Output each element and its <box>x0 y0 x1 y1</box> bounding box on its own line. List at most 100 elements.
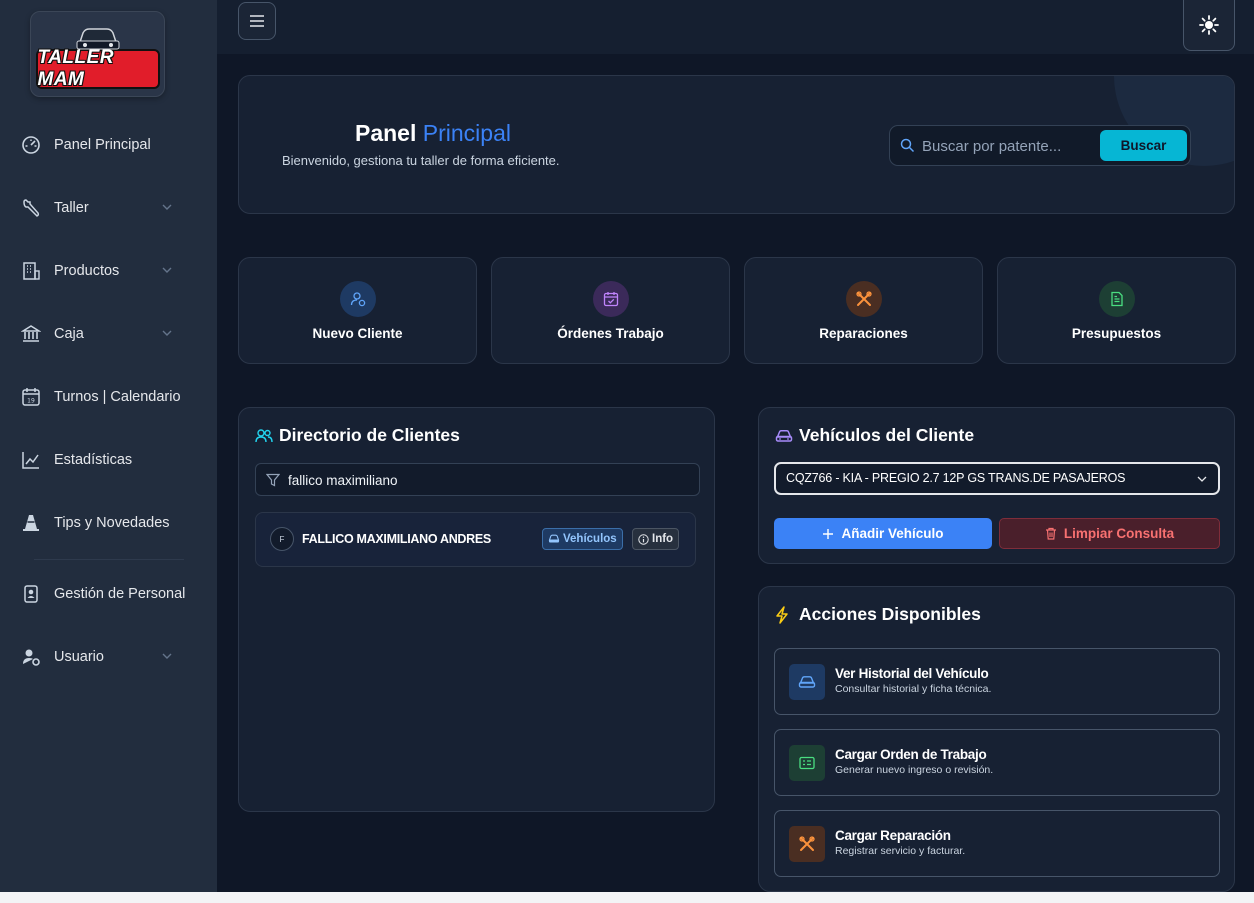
action-description: Consultar historial y ficha técnica. <box>835 683 992 695</box>
action-description: Registrar servicio y facturar. <box>835 845 966 857</box>
chart-line-icon <box>20 449 42 471</box>
dashboard-icon <box>20 134 42 156</box>
traffic-cone-icon <box>20 512 42 534</box>
add-vehicle-button[interactable]: Añadir Vehículo <box>774 518 992 549</box>
clients-panel-title-text: Directorio de Clientes <box>279 425 460 445</box>
vehicles-panel-title-text: Vehículos del Cliente <box>799 425 975 445</box>
car-logo-icon <box>76 28 119 50</box>
browser-bottom-strip <box>0 892 1254 903</box>
sidebar-item-usuario[interactable]: Usuario <box>20 645 200 669</box>
quick-action-ordenes-trabajo[interactable]: Órdenes Trabajo <box>491 257 730 364</box>
search-icon <box>900 138 915 153</box>
users-icon <box>255 427 273 445</box>
action-load-work-order[interactable]: Cargar Orden de Trabajo Generar nuevo in… <box>774 729 1220 796</box>
actions-panel-title: Acciones Disponibles <box>775 604 981 625</box>
list-item[interactable]: F FALLICO MAXIMILIANO ANDRES Vehículos I… <box>255 512 696 567</box>
action-view-vehicle-history[interactable]: Ver Historial del Vehículo Consultar his… <box>774 648 1220 715</box>
sidebar-item-label: Panel Principal <box>54 137 151 153</box>
sidebar-item-label: Usuario <box>54 649 104 665</box>
user-add-icon <box>339 281 376 317</box>
clients-panel: Directorio de Clientes F FALLICO MAXIMIL… <box>238 407 715 812</box>
dashboard-hero: Panel Principal Bienvenido, gestiona tu … <box>238 75 1235 214</box>
quick-action-nuevo-cliente[interactable]: Nuevo Cliente <box>238 257 477 364</box>
logo-graphic: TALLER MAM <box>35 19 161 90</box>
user-gear-icon <box>20 646 42 668</box>
topbar <box>217 0 1254 54</box>
sidebar-item-estadisticas[interactable]: Estadísticas <box>20 448 200 472</box>
sidebar-item-label: Turnos | Calendario <box>54 389 181 405</box>
tools-icon <box>845 281 882 317</box>
trash-icon <box>1045 527 1056 540</box>
sidebar-item-label: Caja <box>54 326 84 342</box>
logo-text: TALLER MAM <box>37 47 115 90</box>
client-filter-input[interactable] <box>288 470 688 490</box>
plus-icon <box>823 528 834 539</box>
clipboard-icon <box>789 745 825 781</box>
calendar-icon: 19 <box>20 386 42 408</box>
quick-action-presupuestos[interactable]: Presupuestos <box>997 257 1236 364</box>
vehicle-select[interactable]: CQZ766 - KIA - PREGIO 2.7 12P GS TRANS.D… <box>774 462 1220 495</box>
avatar: F <box>270 527 294 551</box>
calendar-check-icon <box>592 281 629 317</box>
theme-toggle-button[interactable] <box>1183 0 1235 51</box>
vehicles-panel-title: Vehículos del Cliente <box>775 425 974 446</box>
action-title: Cargar Reparación <box>835 828 951 843</box>
car-icon <box>775 427 793 445</box>
sidebar-item-label: Estadísticas <box>54 452 133 468</box>
svg-text:19: 19 <box>27 398 35 405</box>
quick-action-label: Órdenes Trabajo <box>557 326 664 341</box>
document-icon <box>1098 281 1135 317</box>
add-vehicle-label: Añadir Vehículo <box>841 526 944 541</box>
client-vehicles-button[interactable]: Vehículos <box>542 528 623 550</box>
building-icon <box>20 260 42 282</box>
chevron-down-icon[interactable] <box>161 264 173 276</box>
quick-action-label: Presupuestos <box>1071 326 1162 341</box>
sidebar-item-turnos-calendario[interactable]: 19 Turnos | Calendario <box>20 385 200 409</box>
brand-logo[interactable]: TALLER MAM <box>30 11 165 97</box>
clear-query-button[interactable]: Limpiar Consulta <box>999 518 1220 549</box>
clear-query-label: Limpiar Consulta <box>1063 526 1175 541</box>
sidebar-item-taller[interactable]: Taller <box>20 196 200 220</box>
hamburger-icon <box>250 15 264 27</box>
search-button[interactable]: Buscar <box>1100 130 1187 161</box>
quick-action-label: Reparaciones <box>819 326 908 341</box>
car-icon <box>548 534 560 543</box>
sidebar-item-tips-novedades[interactable]: Tips y Novedades <box>20 511 200 535</box>
sidebar-item-gestion-personal[interactable]: Gestión de Personal <box>20 582 200 606</box>
page-title-main: Panel <box>355 120 417 146</box>
sun-icon <box>1199 14 1219 35</box>
action-description: Generar nuevo ingreso o revisión. <box>835 764 994 776</box>
badge-icon <box>20 583 42 605</box>
action-load-repair[interactable]: Cargar Reparación Registrar servicio y f… <box>774 810 1220 877</box>
chevron-down-icon[interactable] <box>161 327 173 339</box>
sidebar-item-productos[interactable]: Productos <box>20 259 200 283</box>
info-icon <box>638 533 649 545</box>
wrench-icon <box>20 197 42 219</box>
client-name: FALLICO MAXIMILIANO ANDRES <box>302 532 491 546</box>
vehicles-panel: Vehículos del Cliente CQZ766 - KIA - PRE… <box>758 407 1235 564</box>
sidebar-item-panel-principal[interactable]: Panel Principal <box>20 133 200 157</box>
filter-icon <box>266 473 280 487</box>
action-title: Cargar Orden de Trabajo <box>835 747 987 762</box>
chevron-down-icon <box>1197 476 1207 482</box>
client-info-button[interactable]: Info <box>632 528 680 550</box>
page-title-accent: Principal <box>422 120 511 146</box>
sidebar-item-label: Tips y Novedades <box>54 515 170 531</box>
sidebar-item-label: Productos <box>54 263 120 279</box>
sidebar-item-label: Gestión de Personal <box>54 586 186 602</box>
client-filter <box>255 463 700 496</box>
sidebar-item-caja[interactable]: Caja <box>20 322 200 346</box>
quick-action-label: Nuevo Cliente <box>312 326 403 341</box>
chevron-down-icon[interactable] <box>161 201 173 213</box>
plate-search-input[interactable] <box>922 134 1092 158</box>
menu-toggle-button[interactable] <box>238 2 276 40</box>
client-vehicles-label: Vehículos <box>563 533 617 545</box>
chevron-down-icon[interactable] <box>161 650 173 662</box>
plate-search: Buscar <box>889 125 1191 166</box>
tools-icon <box>789 826 825 862</box>
actions-panel-title-text: Acciones Disponibles <box>799 604 981 624</box>
bank-icon <box>20 323 42 345</box>
sidebar-divider <box>34 559 184 560</box>
quick-action-reparaciones[interactable]: Reparaciones <box>744 257 983 364</box>
lightning-icon <box>775 605 793 624</box>
